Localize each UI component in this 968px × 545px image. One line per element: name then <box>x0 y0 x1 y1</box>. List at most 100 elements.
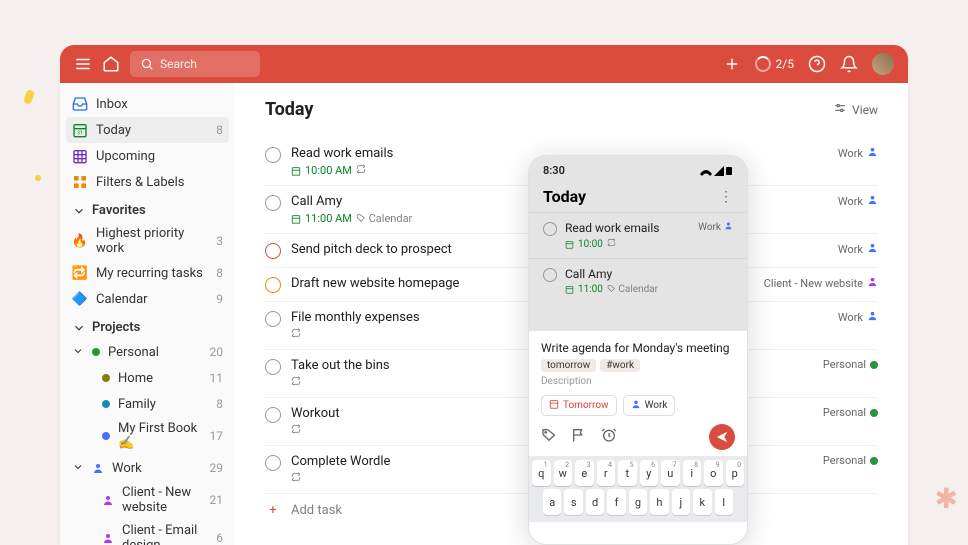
menu-icon[interactable] <box>74 55 92 73</box>
sidebar-item-label: Filters & Labels <box>96 175 223 190</box>
date-pill[interactable]: Tomorrow <box>541 395 617 416</box>
sidebar-project-personal[interactable]: Personal 20 <box>60 339 235 365</box>
compose-description[interactable]: Description <box>541 376 735 387</box>
keyboard-key[interactable]: r4 <box>597 460 616 486</box>
search-box[interactable] <box>130 51 260 77</box>
date-pill-label: Tomorrow <box>563 400 609 411</box>
keyboard-key[interactable]: u7 <box>661 460 680 486</box>
sidebar-item-label: Family <box>118 397 208 412</box>
project-pill[interactable]: Work <box>623 395 676 416</box>
plus-icon: + <box>265 502 281 518</box>
task-project-tag[interactable]: Work <box>838 146 878 160</box>
keyboard-key[interactable]: w2 <box>554 460 573 486</box>
sidebar-project-work[interactable]: Work 29 <box>60 455 235 481</box>
task-checkbox[interactable] <box>543 268 557 282</box>
task-meta: 10:00 <box>565 238 690 250</box>
task-checkbox[interactable] <box>265 243 281 259</box>
task-project-tag[interactable]: Personal <box>823 358 878 371</box>
section-label: Favorites <box>92 203 146 218</box>
compose-chip-tag[interactable]: #work <box>600 359 640 372</box>
sidebar-item-count: 21 <box>210 493 224 507</box>
keyboard-key[interactable]: f <box>607 489 625 515</box>
sidebar-fav-recurring[interactable]: 🔁 My recurring tasks 8 <box>60 260 235 286</box>
sidebar-inbox[interactable]: Inbox <box>60 91 235 117</box>
compose-task-title[interactable]: Write agenda for Monday's meeting <box>541 341 735 355</box>
phone-task-row[interactable]: Read work emails10:00 Work <box>529 212 747 258</box>
phone-keyboard: q1w2e3r4t5y6u7i8o9p0 asdfghjkl <box>529 456 747 522</box>
keyboard-key[interactable]: y6 <box>640 460 659 486</box>
task-checkbox[interactable] <box>265 195 281 211</box>
keyboard-key[interactable]: e3 <box>575 460 594 486</box>
task-project-tag[interactable]: Personal <box>823 406 878 419</box>
inbox-icon <box>72 96 88 112</box>
search-input[interactable] <box>160 57 250 71</box>
sidebar-fav-priority[interactable]: 🔥 Highest priority work 3 <box>60 222 235 260</box>
search-icon <box>140 57 154 71</box>
progress-circle-icon <box>755 56 771 72</box>
task-project-tag[interactable]: Work <box>838 242 878 256</box>
view-button[interactable]: View <box>833 101 878 118</box>
task-project-tag[interactable]: Work <box>838 310 878 324</box>
app-window: 2/5 Inbox 31 Today 8 Upcoming F <box>60 45 908 545</box>
keyboard-key[interactable]: l <box>715 489 733 515</box>
task-project-tag[interactable]: Client - New website <box>764 276 878 290</box>
compose-chip-date[interactable]: tomorrow <box>541 359 596 372</box>
progress-badge[interactable]: 2/5 <box>755 56 794 72</box>
task-checkbox[interactable] <box>265 147 281 163</box>
phone-task-row[interactable]: Call Amy11:00 Calendar <box>529 258 747 303</box>
keyboard-key[interactable]: i8 <box>683 460 702 486</box>
avatar[interactable] <box>872 53 894 75</box>
chevron-down-icon <box>72 321 86 335</box>
task-checkbox[interactable] <box>265 311 281 327</box>
kebab-icon[interactable]: ⋮ <box>719 189 733 205</box>
sidebar-fav-calendar[interactable]: 🔷 Calendar 9 <box>60 286 235 312</box>
keyboard-key[interactable]: p0 <box>726 460 745 486</box>
send-button[interactable] <box>709 424 735 450</box>
sidebar-project-family[interactable]: Family 8 <box>60 391 235 417</box>
sidebar-upcoming[interactable]: Upcoming <box>60 143 235 169</box>
project-color-dot <box>102 432 110 440</box>
sidebar-item-count: 9 <box>216 292 223 306</box>
sidebar-today[interactable]: 31 Today 8 <box>66 117 229 143</box>
phone-mockup: 8:30 Today ⋮ Read work emails10:00 Work … <box>528 155 748 545</box>
sidebar-item-count: 17 <box>210 429 224 443</box>
help-icon[interactable] <box>808 55 826 73</box>
sidebar-project-client-website[interactable]: Client - New website 21 <box>60 481 235 519</box>
home-icon[interactable] <box>102 55 120 73</box>
label-icon[interactable] <box>541 427 557 447</box>
reminder-icon[interactable] <box>601 427 617 447</box>
task-checkbox[interactable] <box>543 222 557 236</box>
flag-icon[interactable] <box>571 427 587 447</box>
sidebar-project-client-email[interactable]: Client - Email design 6 <box>60 519 235 545</box>
person-icon <box>631 399 641 412</box>
notification-icon[interactable] <box>840 55 858 73</box>
keyboard-key[interactable]: d <box>586 489 604 515</box>
project-color-dot <box>102 400 110 408</box>
sidebar-item-label: Inbox <box>96 97 223 112</box>
keyboard-key[interactable]: t5 <box>618 460 637 486</box>
keyboard-key[interactable]: j <box>672 489 690 515</box>
keyboard-key[interactable]: o9 <box>704 460 723 486</box>
calendar-icon <box>549 399 559 412</box>
task-checkbox[interactable] <box>265 455 281 471</box>
keyboard-key[interactable]: g <box>629 489 647 515</box>
sidebar-projects-header[interactable]: Projects <box>60 312 235 339</box>
phone-time: 8:30 <box>543 164 565 177</box>
task-project-tag[interactable]: Personal <box>823 454 878 467</box>
sidebar-project-book[interactable]: My First Book ✍️ 17 <box>60 417 235 455</box>
keyboard-key[interactable]: h <box>650 489 668 515</box>
sidebar-filters[interactable]: Filters & Labels <box>60 169 235 195</box>
task-checkbox[interactable] <box>265 277 281 293</box>
sidebar-item-label: My recurring tasks <box>96 266 208 281</box>
keyboard-key[interactable]: a <box>543 489 561 515</box>
keyboard-key[interactable]: s <box>564 489 582 515</box>
task-project-tag[interactable]: Work <box>838 194 878 208</box>
keyboard-key[interactable]: q1 <box>532 460 551 486</box>
sidebar-favorites-header[interactable]: Favorites <box>60 195 235 222</box>
task-checkbox[interactable] <box>265 359 281 375</box>
task-checkbox[interactable] <box>265 407 281 423</box>
sliders-icon <box>833 101 847 118</box>
sidebar-project-home[interactable]: Home 11 <box>60 365 235 391</box>
keyboard-key[interactable]: k <box>693 489 711 515</box>
add-icon[interactable] <box>723 55 741 73</box>
